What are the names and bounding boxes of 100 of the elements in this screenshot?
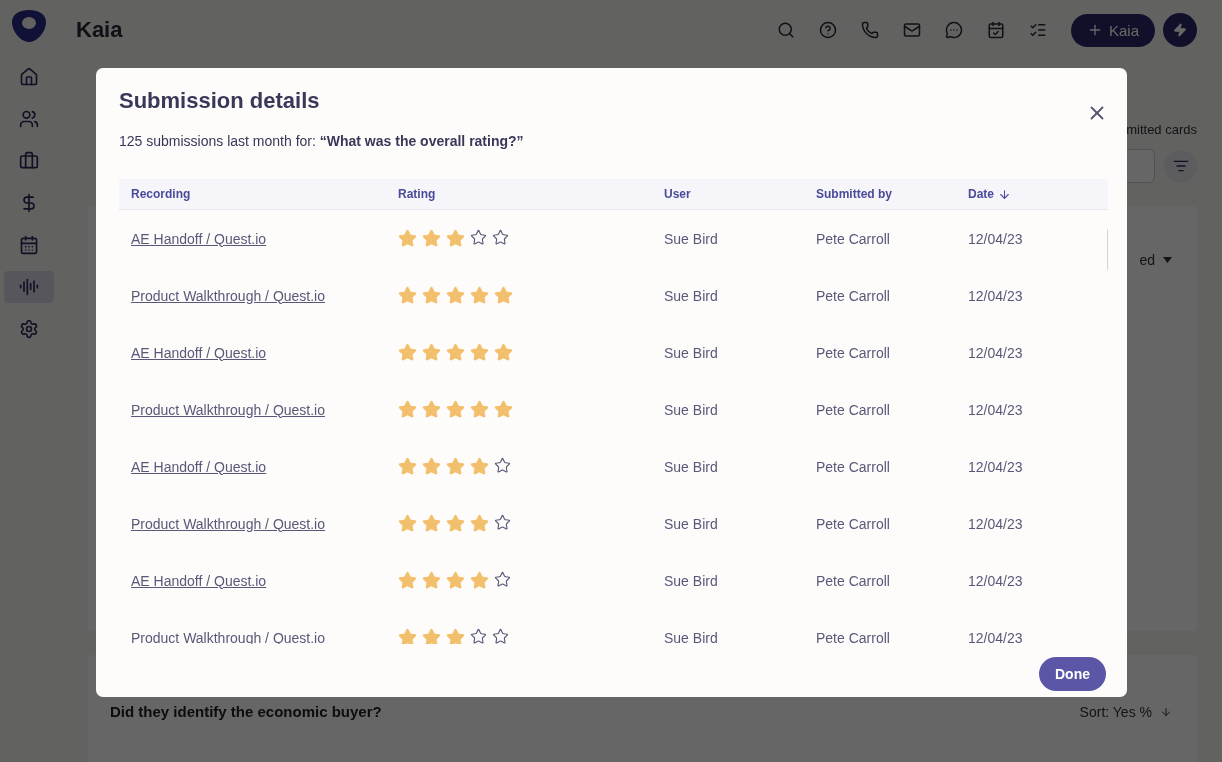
empty-star-icon [492,628,509,644]
filled-star-icon [494,343,513,362]
question-title: Did they identify the economic buyer? [110,703,382,720]
caret-icon [1163,257,1172,263]
filled-star-icon [446,400,465,419]
table-cell: Sue Bird [664,401,718,418]
arrow-down-icon [998,187,1011,201]
help-icon[interactable] [818,21,837,39]
table-cell: 12/04/23 [968,401,1023,418]
filled-star-icon [398,400,417,419]
filled-star-icon [422,229,441,248]
recording-link[interactable]: Product Walkthrough / Quest.io [131,401,326,418]
done-button[interactable]: Done [1039,657,1106,691]
filled-star-icon [398,457,417,476]
table-cell: Sue Bird [664,287,718,304]
filled-star-icon [398,514,417,533]
column-header[interactable]: User [664,187,691,201]
recording-link[interactable]: Product Walkthrough / Quest.io [131,515,326,532]
logo-icon [10,8,48,44]
calendar-icon [19,235,39,255]
column-header[interactable]: Date [968,187,1011,201]
bolt-button[interactable] [1163,13,1197,47]
audio-wave-icon [19,277,39,297]
filled-star-icon [422,400,441,419]
filled-star-icon [422,457,441,476]
table-cell: Pete Carroll [816,515,890,532]
briefcase-icon [19,151,39,171]
table-cell: 12/04/23 [968,458,1023,475]
table-cell: Sue Bird [664,344,718,361]
mail-icon[interactable] [902,21,921,39]
filled-star-icon [398,343,417,362]
recording-link[interactable]: Product Walkthrough / Quest.io [131,287,326,304]
filled-star-icon [422,514,441,533]
people-icon [19,109,39,129]
filter-icon [1172,158,1189,174]
table-cell: Sue Bird [664,629,718,644]
table-cell: 12/04/23 [968,629,1023,644]
empty-star-icon [494,457,511,474]
cards-label: mitted cards [1126,122,1197,137]
column-header[interactable]: Recording [131,187,191,201]
chat-icon[interactable] [944,21,963,39]
filled-star-icon [470,571,489,590]
dialog-title: Submission details [119,88,320,114]
table-cell: 12/04/23 [968,344,1023,361]
table-cell: Pete Carroll [816,287,890,304]
phone-icon[interactable] [860,21,879,39]
filled-star-icon [422,286,441,305]
filled-star-icon [446,628,465,644]
app-title: Kaia [76,17,124,43]
recording-link[interactable]: AE Handoff / Quest.io [131,344,267,361]
filled-star-icon [470,400,489,419]
table-cell: Pete Carroll [816,629,890,644]
filled-star-icon [446,229,465,248]
filled-star-icon [446,514,465,533]
empty-star-icon [470,229,487,246]
column-header[interactable]: Submitted by [816,187,892,201]
filled-star-icon [398,229,417,248]
table-cell: Sue Bird [664,572,718,589]
empty-star-icon [494,514,511,531]
column-header[interactable]: Rating [398,187,436,201]
empty-star-icon [492,229,509,246]
filled-star-icon [422,571,441,590]
filled-star-icon [470,286,489,305]
table-cell: Pete Carroll [816,458,890,475]
home-icon [19,67,39,87]
table-cell: 12/04/23 [968,230,1023,247]
recording-link[interactable]: AE Handoff / Quest.io [131,458,267,475]
filled-star-icon [422,343,441,362]
table-cell: 12/04/23 [968,287,1023,304]
table-cell: Sue Bird [664,230,718,247]
checklist-icon[interactable] [1028,21,1047,39]
filled-star-icon [446,457,465,476]
filled-star-icon [446,343,465,362]
sidebar-item[interactable] [4,271,54,303]
empty-star-icon [494,571,511,588]
table-cell: 12/04/23 [968,572,1023,589]
filter-button[interactable] [1164,149,1197,183]
filled-star-icon [494,286,513,305]
bolt-icon [1173,23,1187,37]
table-cell: Pete Carroll [816,401,890,418]
recording-link[interactable]: AE Handoff / Quest.io [131,572,267,589]
filled-star-icon [422,628,441,644]
filled-star-icon [398,286,417,305]
recording-link[interactable]: AE Handoff / Quest.io [131,230,267,247]
search-icon[interactable] [776,21,795,39]
calendar-icon[interactable] [986,21,1005,39]
settings-icon [19,319,39,339]
filled-star-icon [494,400,513,419]
table-cell: Sue Bird [664,458,718,475]
filled-star-icon [470,514,489,533]
table-cell: 12/04/23 [968,515,1023,532]
arrow-down-icon [1160,705,1172,718]
table-cell: Sue Bird [664,515,718,532]
filled-star-icon [398,628,417,644]
filled-star-icon [470,343,489,362]
table-cell: Pete Carroll [816,344,890,361]
empty-star-icon [470,628,487,644]
filled-star-icon [446,571,465,590]
filled-star-icon [446,286,465,305]
filled-star-icon [470,457,489,476]
